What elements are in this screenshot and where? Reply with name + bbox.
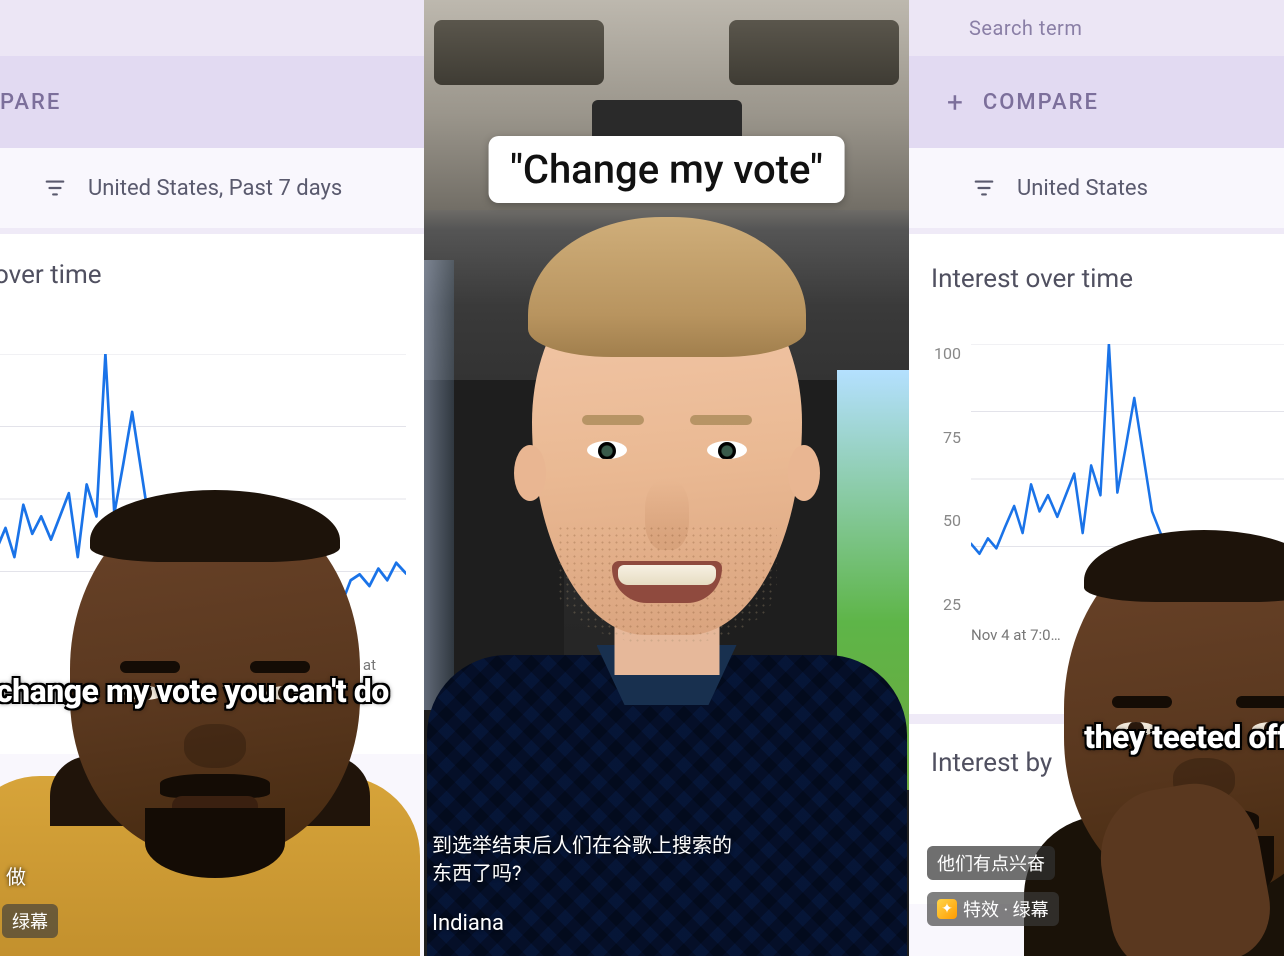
caption-left: change my vote you can't do [0,672,389,710]
effect-tag-left[interactable]: 绿幕 [2,904,58,938]
filter-row[interactable]: United States [909,148,1284,228]
cn-sub-text: 他们有点兴奋 [937,850,1045,876]
filter-icon [44,177,66,199]
center-panel: "Change my vote" 到选举结束后人们在谷歌上搜索的 东西了吗? I… [424,0,909,956]
cn-sub-right: 他们有点兴奋 [927,846,1055,880]
cn-sub-left: 做 [6,861,26,890]
sun-visor-left [434,20,604,85]
right-panel: Search term + COMPARE United States Inte… [909,0,1284,956]
compare-row[interactable]: + COMPARE [909,56,1284,148]
filter-text: United States [1017,176,1148,201]
side-window-left [424,260,454,710]
filter-text: United States, Past 7 days [88,176,342,201]
location-label: Indiana [432,911,504,936]
sun-visor-right [729,20,899,85]
compare-label: COMPARE [983,90,1099,115]
person-left [0,496,424,956]
compare-label: PARE [0,90,61,115]
cn-sub-center-2: 东西了吗? [432,857,521,886]
filter-icon [973,177,995,199]
search-term-row[interactable]: Search term [909,0,1284,56]
cn-sub-center-1: 到选举结束后人们在谷歌上搜索的 [432,829,732,858]
sparkle-icon: ✦ [937,899,957,919]
caption-right: they teeted off [1084,718,1284,756]
overlay-bubble: "Change my vote" [488,136,845,203]
search-term-placeholder: Search term [969,16,1082,40]
y-axis: 100755025 [927,344,961,614]
section-title: Interest over time [931,264,1276,294]
plus-icon: + [947,86,965,119]
tag-text: 绿幕 [12,908,48,934]
effect-tag-right[interactable]: ✦ 特效 · 绿幕 [927,892,1059,926]
tag-text: 特效 · 绿幕 [963,896,1049,922]
compare-row[interactable]: PARE [0,56,424,148]
section-title: over time [0,260,416,290]
person-center [467,225,867,865]
filter-row[interactable]: United States, Past 7 days [0,148,424,228]
search-term-row: Term [0,0,424,56]
left-panel: Term PARE United States, Past 7 days ove… [0,0,424,956]
